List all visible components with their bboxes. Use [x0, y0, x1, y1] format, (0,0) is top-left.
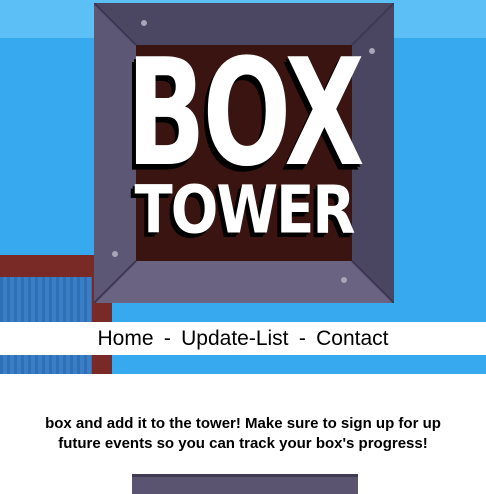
nav-update-list-link[interactable]: Update-List: [181, 327, 288, 350]
nav-separator: -: [298, 327, 306, 350]
intro-line-1: box and add it to the tower! Make sure t…: [45, 415, 441, 432]
bottom-box-preview: [132, 474, 358, 494]
nav-separator: -: [163, 327, 171, 350]
bottom-box-edge: [132, 474, 358, 477]
intro-line-2: future events so you can track your box'…: [58, 435, 428, 452]
logo-word-tower: TOWER: [134, 172, 356, 249]
nav-home-link[interactable]: Home: [98, 327, 154, 350]
rivet-icon: [341, 277, 347, 283]
rivet-icon: [141, 20, 147, 26]
main-nav: Home - Update-List - Contact: [0, 322, 486, 355]
intro-paragraph: box and add it to the tower! Make sure t…: [0, 414, 486, 454]
nav-contact-link[interactable]: Contact: [316, 327, 388, 350]
box-tower-logo[interactable]: BOX TOWER: [94, 3, 394, 303]
hero-banner: BOX TOWER: [0, 0, 486, 374]
rivet-icon: [112, 251, 118, 257]
logo-word-box: BOX: [126, 26, 364, 200]
